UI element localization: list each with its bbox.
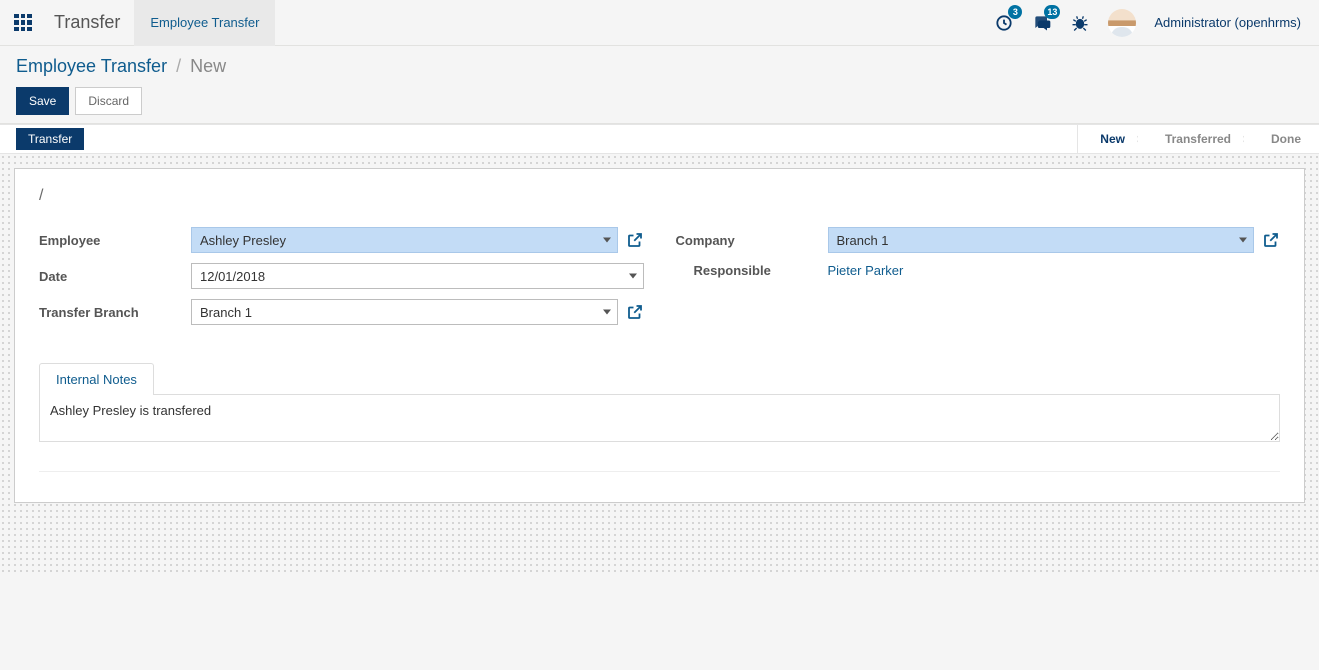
debug-icon[interactable] — [1070, 13, 1090, 33]
status-new[interactable]: New — [1078, 125, 1143, 153]
app-name: Transfer — [46, 12, 134, 33]
label-employee: Employee — [39, 233, 191, 248]
content-area: / Employee Ashley Presley — [0, 154, 1319, 574]
discuss-badge: 13 — [1044, 5, 1060, 19]
label-responsible: Responsible — [676, 263, 828, 278]
company-external-link-icon[interactable] — [1262, 231, 1280, 249]
chevron-down-icon — [603, 238, 611, 243]
activities-icon[interactable]: 3 — [994, 13, 1014, 33]
discuss-icon[interactable]: 13 — [1032, 13, 1052, 33]
save-button[interactable]: Save — [16, 87, 69, 115]
company-field[interactable]: Branch 1 — [828, 227, 1255, 253]
transfer-branch-external-link-icon[interactable] — [626, 303, 644, 321]
internal-notes-textarea[interactable] — [39, 395, 1280, 442]
tab-internal-notes[interactable]: Internal Notes — [39, 363, 154, 395]
chevron-down-icon — [603, 310, 611, 315]
transfer-action-button[interactable]: Transfer — [16, 128, 84, 150]
employee-field[interactable]: Ashley Presley — [191, 227, 618, 253]
date-field[interactable]: 12/01/2018 — [191, 263, 644, 289]
breadcrumb-root[interactable]: Employee Transfer — [16, 56, 167, 76]
status-done[interactable]: Done — [1249, 125, 1319, 153]
submenu-employee-transfer[interactable]: Employee Transfer — [134, 0, 275, 46]
transfer-branch-field[interactable]: Branch 1 — [191, 299, 618, 325]
breadcrumb: Employee Transfer / New — [16, 56, 1303, 77]
breadcrumb-current: New — [190, 56, 226, 76]
status-transferred[interactable]: Transferred — [1143, 125, 1249, 153]
chevron-down-icon — [629, 274, 637, 279]
responsible-link[interactable]: Pieter Parker — [828, 263, 904, 278]
chevron-down-icon — [1239, 238, 1247, 243]
sheet-title: / — [39, 187, 1280, 205]
label-date: Date — [39, 269, 191, 284]
avatar[interactable] — [1108, 9, 1136, 37]
label-transfer-branch: Transfer Branch — [39, 305, 191, 320]
label-company: Company — [676, 233, 828, 248]
control-bar: Employee Transfer / New Save Discard — [0, 46, 1319, 124]
statusbar: New Transferred Done — [1077, 125, 1319, 153]
status-row: Transfer New Transferred Done — [0, 124, 1319, 154]
employee-external-link-icon[interactable] — [626, 231, 644, 249]
apps-menu-icon[interactable] — [0, 0, 46, 46]
discard-button[interactable]: Discard — [75, 87, 142, 115]
user-menu[interactable]: Administrator (openhrms) — [1154, 15, 1301, 30]
top-navbar: Transfer Employee Transfer 3 13 Administ… — [0, 0, 1319, 46]
activities-badge: 3 — [1008, 5, 1022, 19]
form-sheet: / Employee Ashley Presley — [14, 168, 1305, 503]
